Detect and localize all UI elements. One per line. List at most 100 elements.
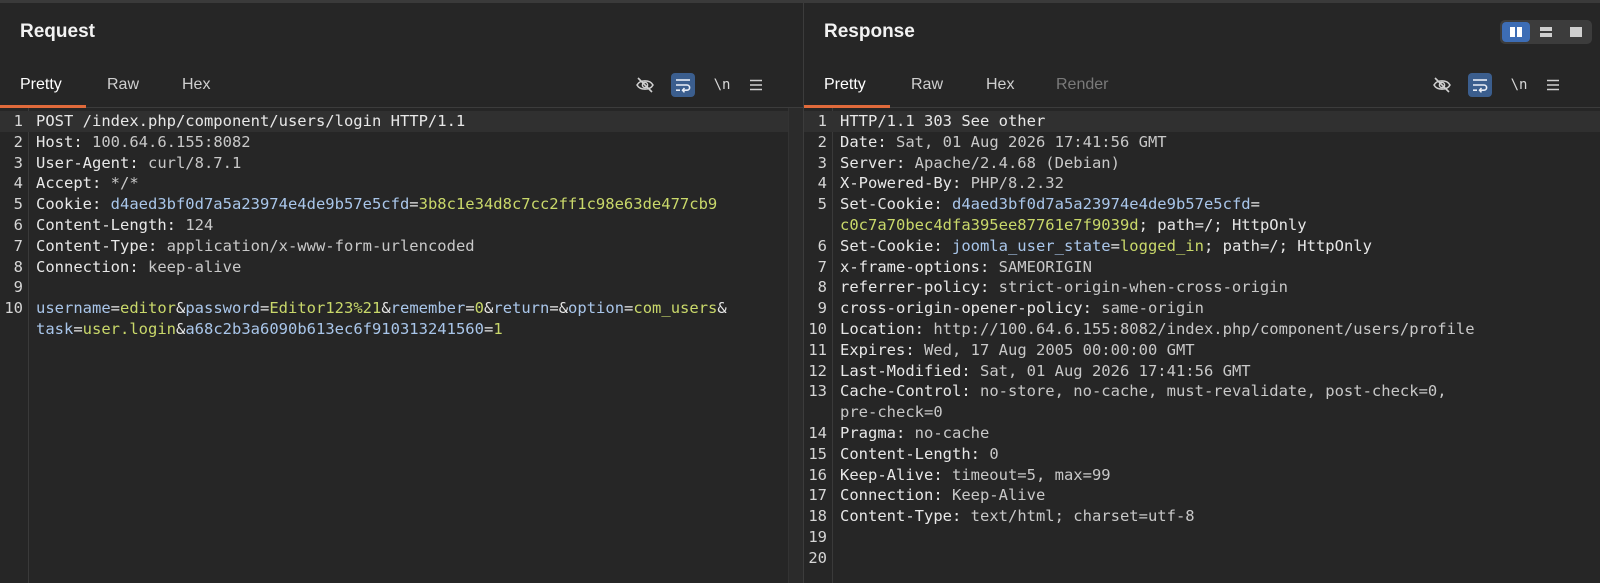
code-token: & <box>717 299 727 318</box>
tab-pretty[interactable]: Pretty <box>804 59 890 108</box>
code-line[interactable]: 16 Keep-Alive: timeout=5, max=99 <box>804 465 1600 486</box>
code-line[interactable]: 6 Set-Cookie: joomla_user_state=logged_in… <box>804 236 1600 257</box>
code-token: d4aed3bf0d7a5a23974e4de9b57e5cfd <box>951 195 1251 214</box>
response-tabbar: Pretty Raw Hex Render \n <box>804 59 1600 108</box>
tab-raw[interactable]: Raw <box>87 59 159 107</box>
tab-pretty[interactable]: Pretty <box>0 59 86 108</box>
code-line[interactable]: 15 Content-Length: 0 <box>804 444 1600 465</box>
code-line[interactable]: 14 Pragma: no-cache <box>804 423 1600 444</box>
code-token: option <box>568 299 625 318</box>
wrap-lines-icon[interactable] <box>671 73 695 97</box>
code-line[interactable]: 19 <box>804 527 1600 548</box>
hamburger-menu-icon[interactable] <box>1541 73 1565 97</box>
code-line[interactable]: 4 X-Powered-By: PHP/8.2.32 <box>804 173 1600 194</box>
eye-slash-icon[interactable] <box>1430 73 1454 97</box>
code-token: SAMEORIGIN <box>998 257 1092 276</box>
vertical-scrollbar[interactable] <box>788 108 803 583</box>
code-line[interactable]: 9 <box>0 277 803 298</box>
code-line[interactable]: pre-check=0 <box>804 402 1600 423</box>
line-number: 7 <box>13 236 23 255</box>
code-token: keep-alive <box>147 257 242 276</box>
code-line[interactable]: 10 Location: http://100.64.6.155:8082/ind… <box>804 319 1600 340</box>
line-number: 8 <box>13 257 23 276</box>
code-line[interactable]: 2 Host: 100.64.6.155:8082 <box>0 132 803 153</box>
code-token: & <box>381 299 391 318</box>
response-editor[interactable]: 1 HTTP/1.1 303 See other 2 Date: Sat, 01 Au… <box>804 108 1600 583</box>
line-number: 15 <box>808 444 827 463</box>
code-line[interactable]: 9 cross-origin-opener-policy: same-origin <box>804 298 1600 319</box>
code-token: Keep-Alive: <box>840 465 952 484</box>
line-number: 1 <box>817 112 827 130</box>
code-token: editor <box>120 299 176 318</box>
code-line[interactable]: 18 Content-Type: text/html; charset=utf-8 <box>804 506 1600 527</box>
rows-layout-icon[interactable] <box>1532 22 1560 42</box>
tab-raw[interactable]: Raw <box>891 59 963 107</box>
code-line[interactable]: 4 Accept: */* <box>0 173 803 194</box>
code-token: */* <box>110 174 139 193</box>
tab-hex[interactable]: Hex <box>162 59 230 107</box>
line-content: username=editor&password=Editor123%21&re… <box>36 298 795 319</box>
code-line[interactable]: 11 Expires: Wed, 17 Aug 2005 00:00:00 GMT <box>804 340 1600 361</box>
code-token: Cache-Control: <box>840 382 980 401</box>
line-number: 4 <box>817 174 827 193</box>
code-token: = <box>624 299 634 318</box>
code-line[interactable]: 7 Content-Type: application/x-www-form-ur… <box>0 236 803 257</box>
code-line[interactable]: 20 <box>804 548 1600 569</box>
line-content: Date: Sat, 01 Aug 2026 17:41:56 GMT <box>840 132 1592 153</box>
code-token: = <box>409 195 419 214</box>
code-line[interactable]: 8 referrer-policy: strict-origin-when-cro… <box>804 277 1600 298</box>
response-pane: Response Pretty Raw Hex Render \n 1 HTTP… <box>804 3 1600 583</box>
code-token: HTTP/1.1 303 See other <box>840 112 1046 130</box>
newline-toggle[interactable]: \n <box>710 73 734 97</box>
code-line[interactable]: 12 Last-Modified: Sat, 01 Aug 2026 17:41:… <box>804 361 1600 382</box>
line-content: POST /index.php/component/users/login HT… <box>36 111 795 132</box>
tab-render[interactable]: Render <box>1036 59 1128 107</box>
code-line[interactable]: 1 HTTP/1.1 303 See other <box>804 111 1600 132</box>
wrap-lines-icon[interactable] <box>1468 73 1492 97</box>
code-token: no-store, no-cache, must-revalidate, pos… <box>979 382 1447 401</box>
single-pane-icon[interactable] <box>1562 22 1590 42</box>
code-line[interactable]: 8 Connection: keep-alive <box>0 257 803 278</box>
code-line[interactable]: 5 Set-Cookie: d4aed3bf0d7a5a23974e4de9b57… <box>804 194 1600 215</box>
code-token: PHP/8.2.32 <box>970 174 1064 193</box>
code-token: = <box>483 319 494 338</box>
line-content: Keep-Alive: timeout=5, max=99 <box>840 465 1592 486</box>
line-content: Connection: Keep-Alive <box>840 485 1592 506</box>
code-line[interactable]: 3 Server: Apache/2.4.68 (Debian) <box>804 153 1600 174</box>
code-line[interactable]: 7 x-frame-options: SAMEORIGIN <box>804 257 1600 278</box>
tab-hex[interactable]: Hex <box>966 59 1034 107</box>
code-token: username <box>36 299 111 318</box>
code-line[interactable]: 6 Content-Length: 124 <box>0 215 803 236</box>
line-number: 16 <box>808 465 827 484</box>
columns-layout-icon[interactable] <box>1502 22 1530 42</box>
code-token: password <box>185 299 260 318</box>
request-tabbar: Pretty Raw Hex \n <box>0 59 803 108</box>
code-token: pre-check=0 <box>840 403 943 422</box>
code-token: same-origin <box>1101 299 1204 318</box>
code-token: Content-Type: <box>36 236 167 255</box>
eye-slash-icon[interactable] <box>633 73 657 97</box>
hamburger-menu-icon[interactable] <box>744 73 768 97</box>
code-token: & <box>176 299 186 318</box>
code-line[interactable]: 13 Cache-Control: no-store, no-cache, mus… <box>804 381 1600 402</box>
code-line[interactable]: 3 User-Agent: curl/8.7.1 <box>0 153 803 174</box>
line-number: 4 <box>13 174 23 193</box>
code-line[interactable]: task=user.login&a68c2b3a6090b613ec6f9103… <box>0 319 803 340</box>
request-editor[interactable]: 1 POST /index.php/component/users/login H… <box>0 108 803 583</box>
code-line[interactable]: 2 Date: Sat, 01 Aug 2026 17:41:56 GMT <box>804 132 1600 153</box>
code-line[interactable]: 17 Connection: Keep-Alive <box>804 485 1600 506</box>
code-token: return <box>493 299 550 318</box>
newline-toggle[interactable]: \n <box>1507 73 1531 97</box>
request-pane: Request Pretty Raw Hex \n 1 POST /index.p… <box>0 3 804 583</box>
code-token: logged_in <box>1119 236 1204 255</box>
code-token: Accept: <box>36 174 111 193</box>
code-line[interactable]: 1 POST /index.php/component/users/login H… <box>0 111 803 132</box>
code-token: ; path=/; HttpOnly <box>1138 215 1307 234</box>
code-line[interactable]: 5 Cookie: d4aed3bf0d7a5a23974e4de9b57e5cf… <box>0 194 803 215</box>
code-line[interactable]: 10 username=editor&password=Editor123%21&… <box>0 298 803 319</box>
code-token: = <box>110 299 120 318</box>
code-token: com_users <box>633 299 718 318</box>
code-line[interactable]: c0c7a70bec4dfa395ee87761e7f9039d; path=/… <box>804 215 1600 236</box>
line-number: 10 <box>808 319 827 338</box>
code-token: application/x-www-form-urlencoded <box>166 236 475 255</box>
